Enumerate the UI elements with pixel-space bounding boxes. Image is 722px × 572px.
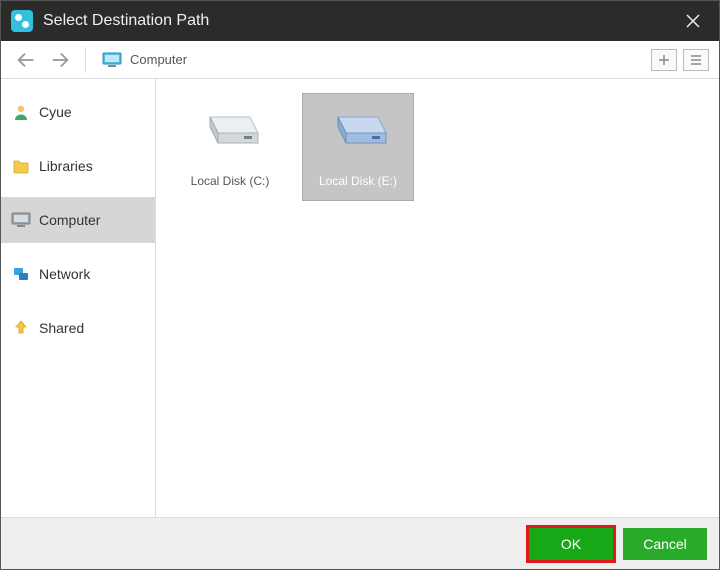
- drive-icon: [198, 104, 262, 152]
- sidebar-item-label: Network: [39, 266, 90, 282]
- sidebar-item-libraries[interactable]: Libraries: [1, 143, 155, 189]
- footer: OK Cancel: [1, 517, 719, 569]
- close-button[interactable]: [677, 5, 709, 37]
- sidebar-item-label: Cyue: [39, 104, 72, 120]
- sidebar: Cyue Libraries Computer Network: [1, 79, 156, 517]
- arrow-right-icon: [49, 49, 71, 71]
- sidebar-item-label: Libraries: [39, 158, 93, 174]
- toolbar: Computer: [1, 41, 719, 79]
- sidebar-item-label: Computer: [39, 212, 100, 228]
- nav-forward-button[interactable]: [45, 45, 75, 75]
- computer-icon: [11, 210, 31, 230]
- computer-icon: [102, 52, 122, 68]
- breadcrumb[interactable]: Computer: [96, 52, 647, 68]
- drive-label: Local Disk (E:): [319, 174, 397, 188]
- list-icon: [689, 53, 703, 67]
- separator: [85, 47, 86, 73]
- app-icon: [11, 10, 33, 32]
- titlebar: Select Destination Path: [1, 1, 719, 41]
- view-list-button[interactable]: [683, 49, 709, 71]
- drive-item-c[interactable]: Local Disk (C:): [174, 93, 286, 201]
- sidebar-item-shared[interactable]: Shared: [1, 305, 155, 351]
- network-icon: [11, 264, 31, 284]
- window-title: Select Destination Path: [43, 12, 677, 30]
- breadcrumb-label: Computer: [130, 52, 187, 67]
- sidebar-item-network[interactable]: Network: [1, 251, 155, 297]
- ok-button[interactable]: OK: [529, 528, 613, 560]
- drive-icon: [326, 104, 390, 152]
- close-icon: [686, 14, 700, 28]
- new-folder-button[interactable]: [651, 49, 677, 71]
- user-icon: [11, 102, 31, 122]
- sidebar-item-cyue[interactable]: Cyue: [1, 89, 155, 135]
- nav-back-button[interactable]: [11, 45, 41, 75]
- libraries-icon: [11, 156, 31, 176]
- drive-label: Local Disk (C:): [191, 174, 270, 188]
- body: Cyue Libraries Computer Network: [1, 79, 719, 517]
- toolbar-right: [651, 49, 709, 71]
- drive-item-e[interactable]: Local Disk (E:): [302, 93, 414, 201]
- sidebar-item-computer[interactable]: Computer: [1, 197, 155, 243]
- content-pane: Local Disk (C:) Local Disk (E:): [156, 79, 719, 517]
- shared-icon: [11, 318, 31, 338]
- dialog-window: Select Destination Path Computer: [0, 0, 720, 570]
- plus-icon: [657, 53, 671, 67]
- sidebar-item-label: Shared: [39, 320, 84, 336]
- cancel-button[interactable]: Cancel: [623, 528, 707, 560]
- arrow-left-icon: [15, 49, 37, 71]
